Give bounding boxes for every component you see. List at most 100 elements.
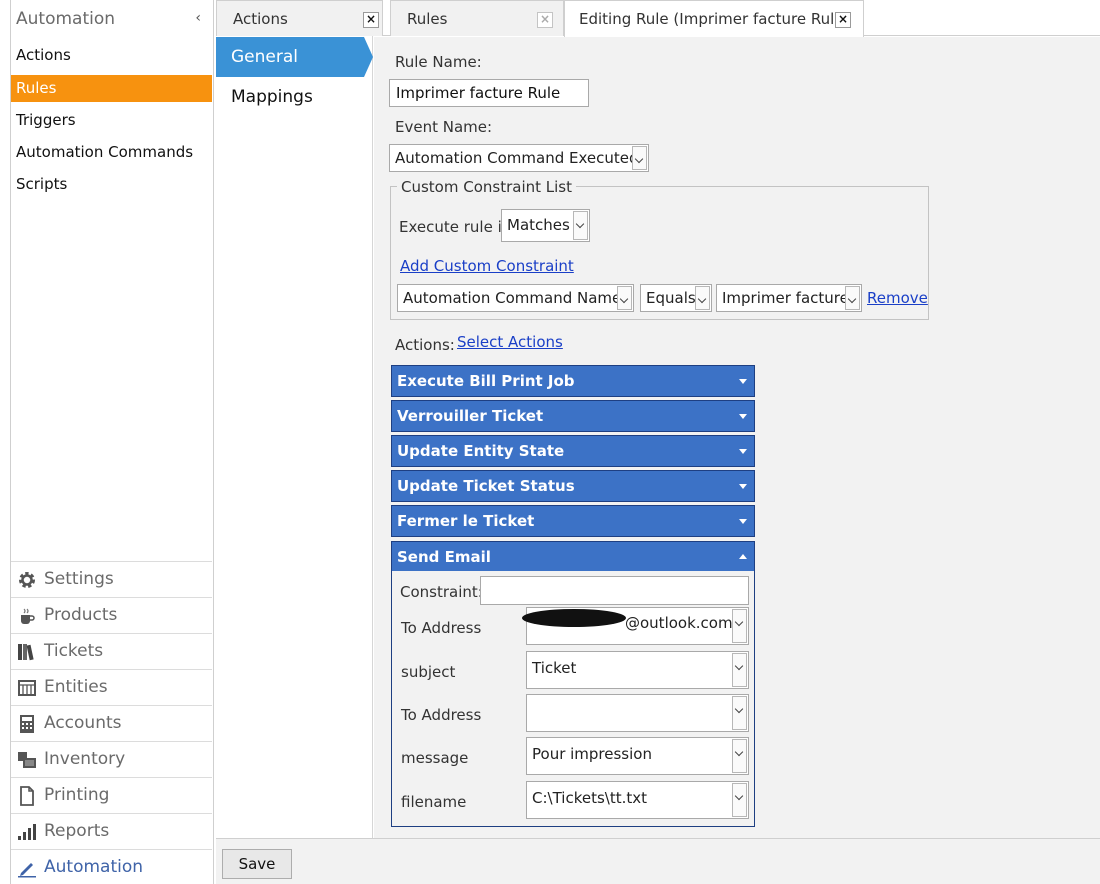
subject-select[interactable]: Ticket (526, 651, 749, 689)
action-header[interactable]: Update Ticket Status (391, 470, 755, 502)
redaction-mark (522, 609, 626, 627)
collapse-icon[interactable]: ‹ (195, 10, 201, 26)
bar-chart-icon (18, 824, 36, 840)
sidebar: Automation ‹ Actions Rules Triggers Auto… (10, 0, 214, 884)
action-header[interactable]: Update Entity State (391, 435, 755, 467)
action-title: Update Entity State (397, 442, 565, 460)
tab-editing-rule[interactable]: Editing Rule (Imprimer facture Rule) × (564, 0, 864, 37)
expand-arrow-icon[interactable] (739, 519, 747, 524)
constraint-value-select[interactable]: Imprimer facture (716, 284, 862, 312)
module-label: Accounts (44, 713, 122, 733)
to-address-label: To Address (401, 619, 482, 637)
chevron-down-icon[interactable] (732, 739, 747, 773)
constraint-group-title: Custom Constraint List (397, 178, 576, 196)
module-printing[interactable]: Printing (11, 777, 212, 813)
action-title: Verrouiller Ticket (397, 407, 544, 425)
chevron-down-icon[interactable] (845, 286, 860, 310)
expand-arrow-icon[interactable] (739, 414, 747, 419)
action-header-send-email[interactable]: Send Email (391, 541, 755, 573)
actions-label: Actions: (395, 336, 455, 354)
filename-value: C:\Tickets\tt.txt (532, 789, 647, 807)
module-label: Inventory (44, 749, 126, 769)
rule-name-input[interactable]: Imprimer facture Rule (389, 79, 589, 107)
coffee-cup-icon (21, 608, 35, 624)
nav-mappings[interactable]: Mappings (216, 77, 373, 117)
constraint-field-value: Automation Command Name (403, 289, 622, 307)
constraint-value: Imprimer facture (722, 289, 849, 307)
add-custom-constraint-link[interactable]: Add Custom Constraint (400, 257, 574, 275)
subject-value: Ticket (532, 659, 577, 677)
constraint-field-select[interactable]: Automation Command Name (397, 284, 634, 312)
selection-arrow (364, 37, 373, 77)
expand-arrow-icon[interactable] (739, 379, 747, 384)
footer-bar: Save (216, 838, 1100, 884)
tab-label: Editing Rule (Imprimer facture Rule) (579, 10, 850, 28)
sidebar-item-triggers[interactable]: Triggers (11, 107, 212, 134)
to-address-2-select[interactable] (526, 694, 749, 732)
constraint-operator-value: Equals (646, 289, 696, 307)
sidebar-item-rules[interactable]: Rules (11, 75, 212, 102)
constraint-operator-select[interactable]: Equals (640, 284, 712, 312)
action-title: Fermer le Ticket (397, 512, 535, 530)
module-entities[interactable]: Entities (11, 669, 212, 705)
execute-rule-if-select[interactable]: Matches (501, 209, 590, 242)
event-name-select[interactable]: Automation Command Executed (389, 144, 649, 172)
action-title: Execute Bill Print Job (397, 372, 575, 390)
to-address-select[interactable]: @outlook.com (522, 607, 749, 645)
message-select[interactable]: Pour impression (526, 737, 749, 775)
close-icon[interactable]: × (537, 12, 553, 28)
table-icon (18, 680, 36, 696)
action-header[interactable]: Verrouiller Ticket (391, 400, 755, 432)
document-icon (20, 786, 34, 806)
nav-general-settings[interactable]: General Settings (216, 37, 364, 107)
filename-select[interactable]: C:\Tickets\tt.txt (526, 781, 749, 819)
save-button[interactable]: Save (222, 849, 292, 879)
action-header[interactable]: Execute Bill Print Job (391, 365, 755, 397)
chevron-down-icon[interactable] (732, 609, 747, 643)
sidebar-item-actions[interactable]: Actions (11, 42, 212, 69)
module-label: Products (44, 605, 118, 625)
sidebar-item-automation-commands[interactable]: Automation Commands (11, 139, 212, 166)
tab-bar: Actions × Rules × Editing Rule (Imprimer… (216, 0, 1100, 37)
email-constraint-input[interactable] (480, 576, 749, 605)
tab-rules[interactable]: Rules × (390, 0, 564, 36)
collapse-arrow-icon[interactable] (739, 554, 747, 559)
tab-actions[interactable]: Actions × (216, 0, 383, 36)
subject-label: subject (401, 663, 456, 681)
module-accounts[interactable]: Accounts (11, 705, 212, 741)
sidebar-item-scripts[interactable]: Scripts (11, 171, 212, 198)
module-automation[interactable]: Automation (11, 849, 212, 884)
module-label: Printing (44, 785, 110, 805)
rule-name-label: Rule Name: (395, 53, 482, 71)
action-title: Send Email (397, 548, 491, 566)
sidebar-title: Automation (16, 9, 116, 29)
chevron-down-icon[interactable] (732, 653, 747, 687)
close-icon[interactable]: × (835, 12, 851, 28)
message-value: Pour impression (532, 745, 652, 763)
action-header[interactable]: Fermer le Ticket (391, 505, 755, 537)
calculator-icon (20, 715, 34, 733)
inventory-icon (18, 752, 36, 768)
module-inventory[interactable]: Inventory (11, 741, 212, 777)
tab-label: Actions (233, 10, 288, 28)
remove-constraint-link[interactable]: Remove (867, 289, 928, 307)
execute-rule-if-value: Matches (507, 216, 570, 234)
module-label: Automation (44, 857, 144, 877)
expand-arrow-icon[interactable] (739, 449, 747, 454)
to-address-value: @outlook.com (625, 614, 733, 632)
close-icon[interactable]: × (363, 12, 379, 28)
module-reports[interactable]: Reports (11, 813, 212, 849)
chevron-down-icon[interactable] (695, 286, 710, 310)
chevron-down-icon[interactable] (732, 696, 747, 730)
module-products[interactable]: Products (11, 597, 212, 633)
to-address-2-label: To Address (401, 706, 482, 724)
chevron-down-icon[interactable] (632, 146, 647, 170)
expand-arrow-icon[interactable] (739, 484, 747, 489)
chevron-down-icon[interactable] (573, 211, 588, 240)
chevron-down-icon[interactable] (732, 783, 747, 817)
chevron-down-icon[interactable] (617, 286, 632, 310)
module-settings[interactable]: Settings (11, 561, 212, 597)
module-tickets[interactable]: Tickets (11, 633, 212, 669)
select-actions-link[interactable]: Select Actions (457, 333, 563, 351)
module-label: Tickets (44, 641, 104, 661)
